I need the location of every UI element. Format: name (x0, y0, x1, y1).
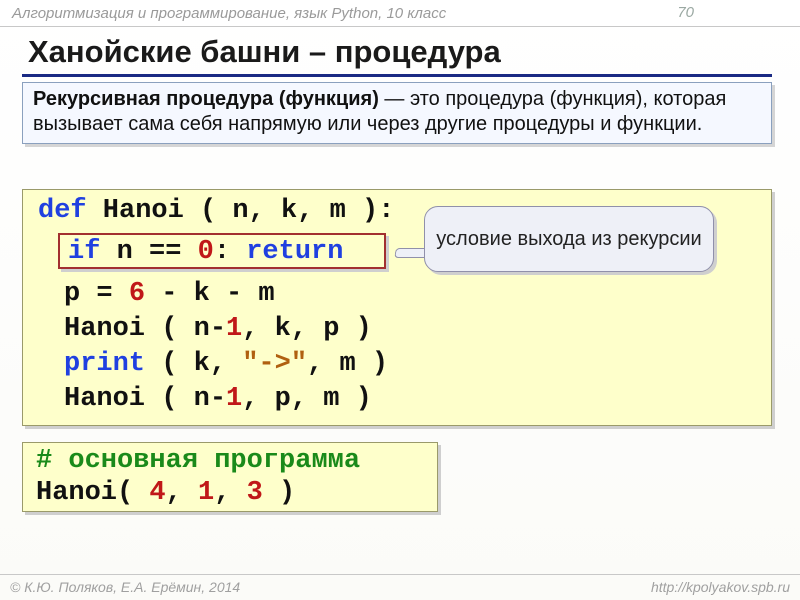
footer-copyright: © К.Ю. Поляков, Е.А. Ерёмин, 2014 (10, 579, 240, 595)
code-line-print: print ( k, "->", m ) (64, 349, 388, 379)
exit-condition-callout: условие выхода из рекурсии (424, 206, 714, 272)
title-underline (22, 74, 772, 77)
code-line-p: p = 6 - k - m (64, 279, 275, 309)
page-number: 70 (677, 4, 694, 21)
slide-title: Ханойские башни – процедура (28, 34, 501, 70)
definition-box: Рекурсивная процедура (функция) — это пр… (22, 82, 772, 144)
callout-tail (394, 248, 427, 258)
code-line-call1: Hanoi ( n-1, k, p ) (64, 314, 372, 344)
footer-url: http://kpolyakov.spb.ru (651, 579, 790, 595)
course-label: Алгоритмизация и программирование, язык … (12, 5, 446, 22)
code-line-def: def Hanoi ( n, k, m ): (38, 196, 394, 226)
code-line-if: if n == 0: return (68, 237, 343, 267)
code-line-call2: Hanoi ( n-1, p, m ) (64, 384, 372, 414)
callout-text: условие выхода из рекурсии (436, 228, 701, 251)
code-line-maincall: Hanoi( 4, 1, 3 ) (36, 478, 295, 508)
code-line-comment: # основная программа (36, 446, 360, 476)
footer-bar: © К.Ю. Поляков, Е.А. Ерёмин, 2014 http:/… (0, 574, 800, 599)
definition-term: Рекурсивная процедура (функция) (33, 88, 379, 110)
